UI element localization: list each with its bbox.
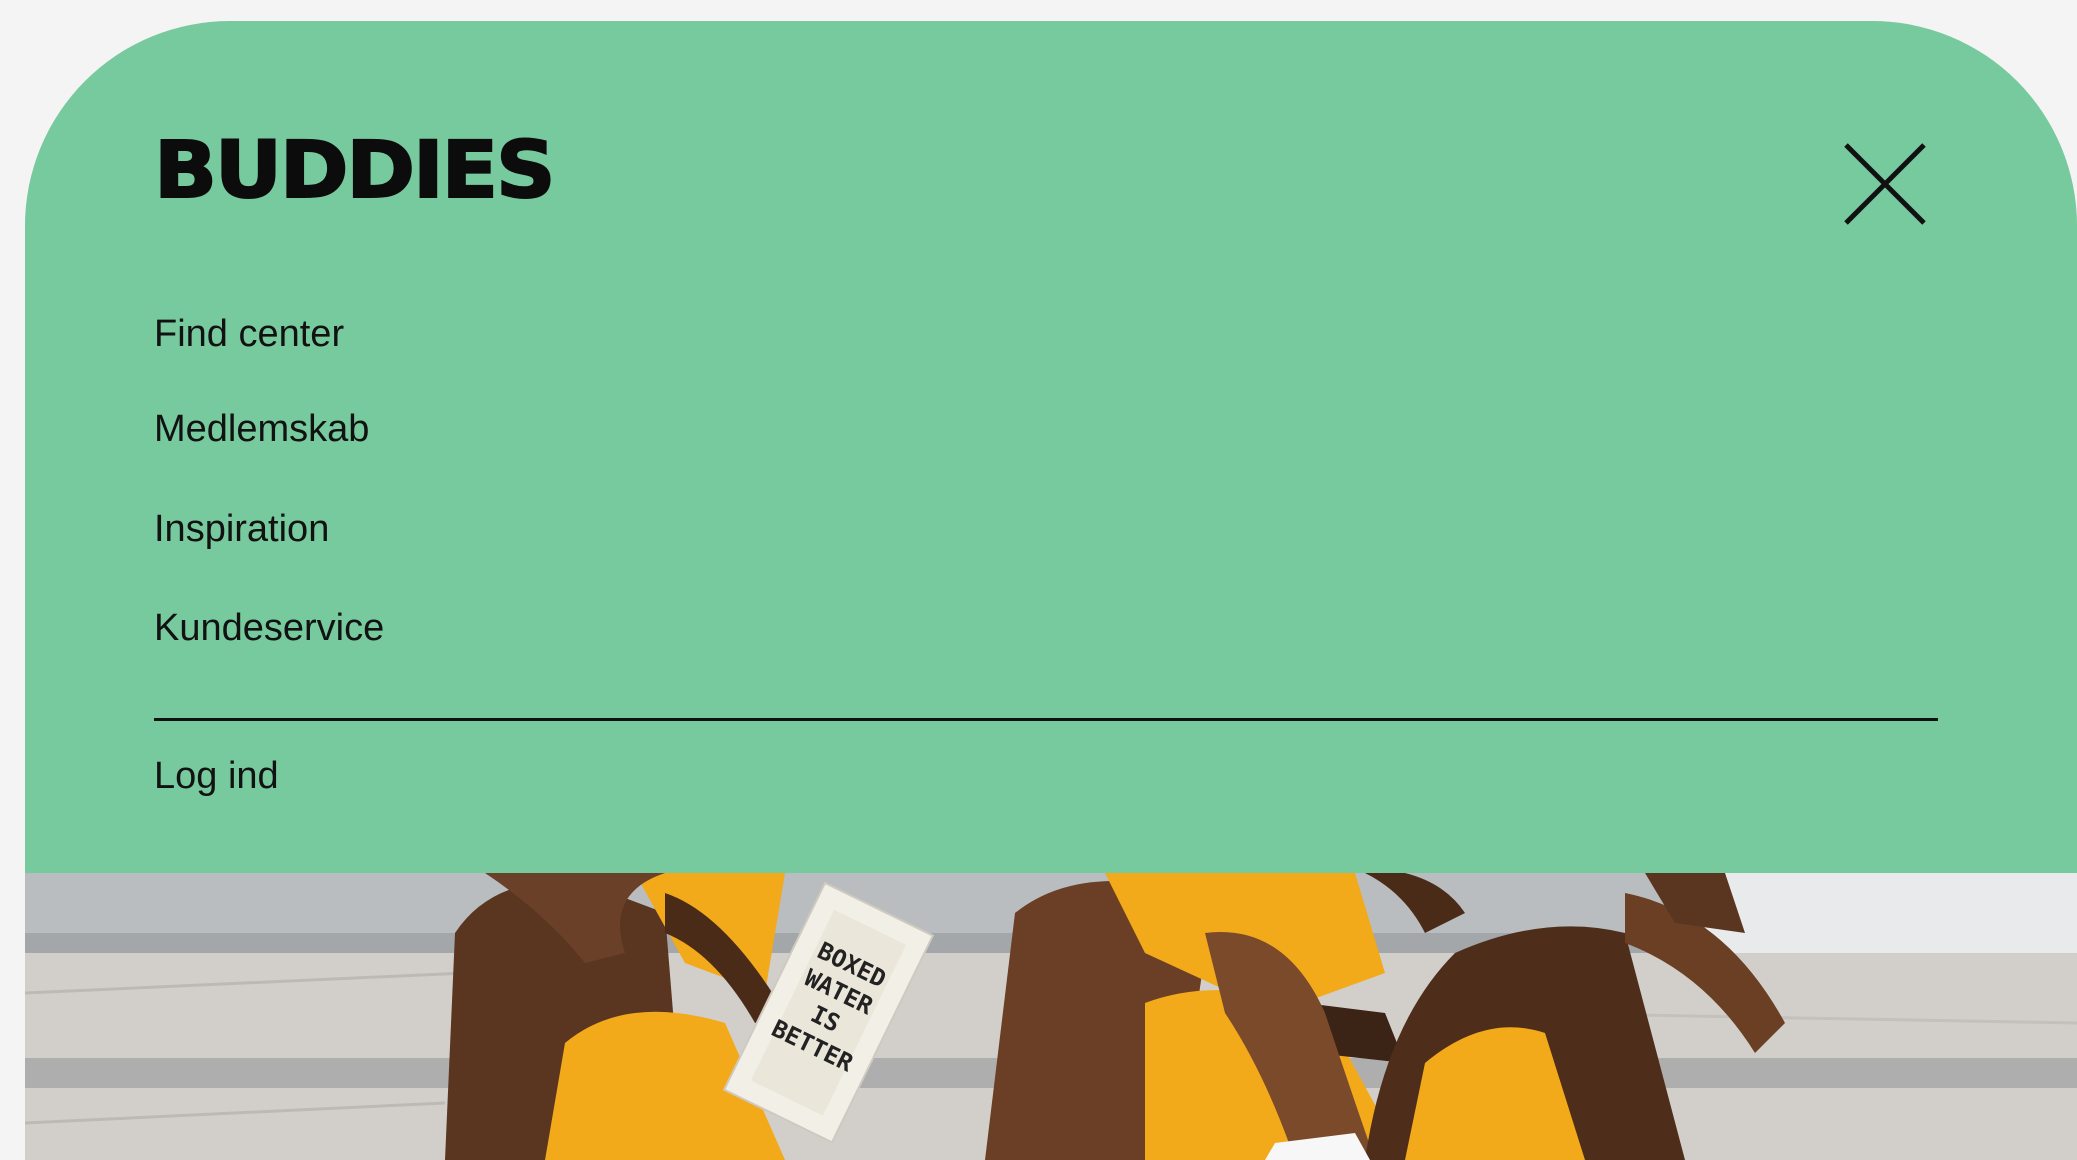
close-icon — [1844, 143, 1926, 225]
mobile-menu-frame: BUDDIES Find center Medlemskab Inspirati… — [25, 21, 2077, 1160]
nav-item-inspiration[interactable]: Inspiration — [154, 505, 329, 553]
close-menu-button[interactable] — [1832, 131, 1938, 237]
nav-item-find-center[interactable]: Find center — [154, 310, 344, 358]
buddies-logo[interactable]: BUDDIES — [153, 125, 557, 217]
nav-item-medlemskab[interactable]: Medlemskab — [154, 405, 369, 453]
login-link[interactable]: Log ind — [154, 752, 279, 800]
hero-photo: BOXED WATER IS BETTER — [25, 873, 2077, 1160]
navigation-menu-panel: BUDDIES Find center Medlemskab Inspirati… — [25, 21, 2077, 873]
nav-item-kundeservice[interactable]: Kundeservice — [154, 604, 384, 652]
menu-divider — [154, 718, 1938, 721]
